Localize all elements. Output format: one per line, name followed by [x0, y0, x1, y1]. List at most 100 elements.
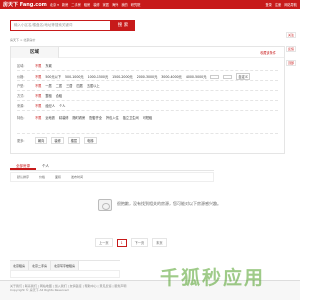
nav-item[interactable]: 家居 — [103, 2, 109, 7]
site-nav-link[interactable]: 网站导航 — [284, 2, 297, 7]
filter-label: 价格: — [17, 75, 25, 79]
search-input[interactable]: 输入小区名/楼盘名/地址等搜索关键词 — [10, 20, 111, 31]
sidebar-feedback-button[interactable]: 反馈 — [286, 46, 296, 52]
filter-option[interactable]: 一居 — [45, 83, 51, 88]
filter-option[interactable]: 二居 — [56, 83, 62, 88]
filter-features: 特色: 不限 近地铁 精装修 随时看房 配套齐全 拎包入住 独立卫生间 可短租 — [17, 115, 152, 120]
filter-label: 方式: — [17, 94, 25, 98]
filter-price: 价格: 不限 500元以下 500-1000元 1000-1500元 1500-… — [17, 73, 250, 80]
filter-option[interactable]: 三居 — [66, 83, 72, 88]
filter-source: 来源: 不限 经纪人 个人 — [17, 103, 65, 108]
filter-option[interactable]: 4000-5000元 — [186, 74, 207, 79]
filter-panel: 区域 收藏该条件 区域: 不限 东城 价格: 不限 500元以下 500-100… — [10, 46, 285, 154]
filter-option[interactable]: 合租 — [56, 93, 62, 98]
more-option-dropdown[interactable]: 电梯 — [84, 137, 97, 144]
related-tab[interactable]: 北京写字楼租房 — [51, 261, 80, 270]
more-option-dropdown[interactable]: 楼层 — [67, 137, 81, 144]
tab-area[interactable]: 区域 — [11, 47, 59, 58]
divider — [17, 70, 278, 71]
nav-item[interactable]: 装修 — [93, 2, 99, 7]
sort-options: 默认排序 价格 面积 发布时间 — [10, 172, 214, 182]
site-logo[interactable]: 房天下 Fang.com — [3, 1, 47, 8]
nav-item[interactable]: 海外 — [112, 2, 118, 7]
filter-option[interactable]: 四居 — [77, 83, 83, 88]
filter-option[interactable]: 不限 — [35, 83, 41, 88]
filter-rooms: 户型: 不限 一居 二居 三居 四居 五居以上 — [17, 83, 100, 88]
filter-option[interactable]: 不限 — [35, 115, 41, 120]
nav-item[interactable]: 租房 — [84, 2, 90, 7]
custom-price-button[interactable]: 自定义 — [236, 73, 250, 80]
filter-option[interactable]: 精装修 — [59, 115, 69, 120]
related-content — [10, 270, 120, 278]
listing-tabs: 全部房源 个人 — [10, 162, 214, 171]
more-option-dropdown[interactable]: 装修 — [51, 137, 64, 144]
register-link[interactable]: 注册 — [275, 2, 281, 7]
filter-label: 特色: — [17, 116, 25, 120]
nav-item[interactable]: 新房 — [62, 2, 68, 7]
price-max-input[interactable] — [223, 74, 233, 79]
filter-option[interactable]: 独立卫生间 — [123, 115, 139, 120]
filter-option[interactable]: 2000-3000元 — [137, 74, 158, 79]
breadcrumb[interactable]: 房天下 > 北京房价 — [10, 38, 35, 42]
nav-item[interactable]: 二手房 — [71, 2, 81, 7]
login-link[interactable]: 登录 — [266, 2, 272, 7]
filter-option[interactable]: 近地铁 — [45, 115, 55, 120]
empty-result-message: 很抱歉，没有找到相关的房源，您可能对以下房源感兴趣。 — [117, 201, 221, 206]
related-tab[interactable]: 北京租房 — [10, 261, 30, 270]
current-page[interactable]: 1 — [116, 238, 127, 247]
filter-option[interactable]: 个人 — [59, 103, 65, 108]
sort-price[interactable]: 价格 — [39, 175, 45, 179]
related-tabs: 北京租房 北京二手房 北京写字楼租房 — [10, 260, 120, 270]
sort-default[interactable]: 默认排序 — [17, 175, 29, 179]
filter-option[interactable]: 不限 — [35, 93, 41, 98]
related-tab[interactable]: 北京二手房 — [29, 261, 52, 270]
filter-option[interactable]: 不限 — [35, 63, 41, 68]
filter-label: 更多: — [17, 139, 25, 143]
filter-option[interactable]: 五居以上 — [87, 83, 100, 88]
tab-personal-listings[interactable]: 个人 — [36, 162, 55, 170]
sort-area[interactable]: 面积 — [55, 175, 61, 179]
prev-page-button[interactable]: 上一页 — [95, 238, 113, 247]
watermark: 千狐秒应用 — [160, 267, 266, 289]
price-min-input[interactable] — [210, 74, 220, 79]
top-nav-bar: 房天下 Fang.com 北京 ▾ 新房 二手房 租房 装修 家居 海外 我的 … — [0, 0, 300, 9]
floating-sidebar: 关注 反馈 顶部 — [286, 32, 296, 66]
filter-option[interactable]: 配套齐全 — [89, 115, 102, 120]
filter-option[interactable]: 整租 — [45, 93, 51, 98]
filter-option[interactable]: 拎包入住 — [106, 115, 119, 120]
tab-all-listings[interactable]: 全部房源 — [10, 162, 36, 170]
filter-label: 户型: — [17, 84, 25, 88]
filter-option[interactable]: 3000-4000元 — [161, 74, 182, 79]
filter-label: 来源: — [17, 104, 25, 108]
nav-item[interactable]: 研究院 — [131, 2, 141, 7]
next-page-button[interactable]: 下一页 — [130, 238, 149, 247]
empty-result-icon — [98, 199, 112, 211]
filter-option[interactable]: 随时看房 — [73, 115, 86, 120]
filter-option[interactable]: 1000-1500元 — [88, 74, 109, 79]
more-option-dropdown[interactable]: 朝向 — [35, 137, 48, 144]
filter-rent-type: 方式: 不限 整租 合租 — [17, 93, 62, 98]
sidebar-follow-button[interactable]: 关注 — [286, 32, 296, 38]
pagination: 上一页 1 下一页 末页 — [95, 238, 167, 247]
filter-option[interactable]: 不限 — [35, 74, 41, 79]
filter-label: 区域: — [17, 64, 25, 68]
filter-option[interactable]: 可短租 — [143, 115, 153, 120]
filter-area: 区域: 不限 东城 — [17, 63, 52, 68]
filter-option[interactable]: 不限 — [35, 103, 41, 108]
account-links: 登录 注册 网站导航 — [266, 2, 298, 7]
filter-option[interactable]: 500元以下 — [45, 74, 61, 79]
filter-option[interactable]: 500-1000元 — [65, 74, 84, 79]
sort-date[interactable]: 发布时间 — [71, 175, 83, 179]
last-page-button[interactable]: 末页 — [152, 238, 167, 247]
filter-more: 更多: 朝向 装修 楼层 电梯 — [17, 137, 97, 144]
search-button[interactable]: 搜 索 — [111, 20, 135, 31]
filter-option[interactable]: 东城 — [45, 63, 51, 68]
filter-option[interactable]: 经纪人 — [45, 103, 55, 108]
save-search-link[interactable]: 收藏该条件 — [260, 50, 276, 55]
divider — [17, 80, 278, 81]
filter-option[interactable]: 1500-2000元 — [112, 74, 133, 79]
nav-item[interactable]: 我的 — [121, 2, 127, 7]
city-selector[interactable]: 北京 ▾ — [50, 2, 59, 7]
back-to-top-button[interactable]: 顶部 — [286, 60, 296, 66]
divider — [17, 110, 278, 111]
